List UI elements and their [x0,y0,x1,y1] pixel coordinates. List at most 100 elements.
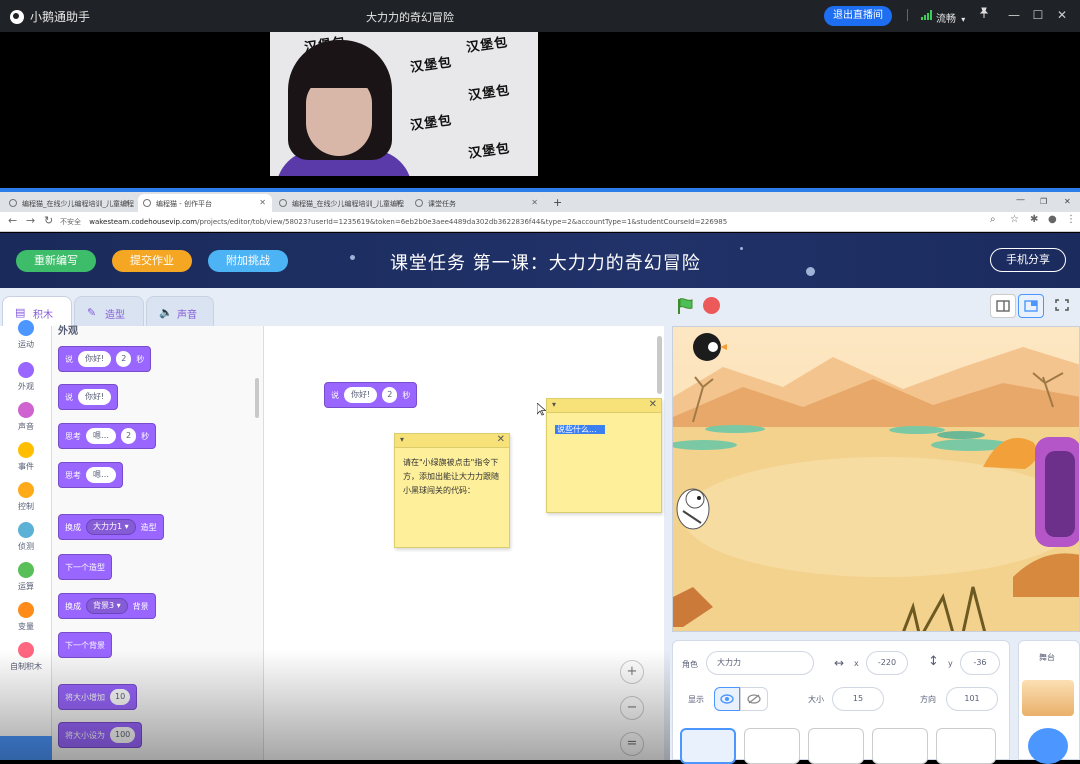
sprite-thumbnail[interactable] [872,728,928,764]
text-input[interactable]: 嗯… [86,467,116,483]
note-placeholder[interactable]: 说些什么... [555,425,605,434]
small-stage-button[interactable] [990,294,1016,318]
stage-canvas[interactable] [672,326,1080,632]
category-variables[interactable]: 变量 [0,602,52,632]
text-input[interactable]: 嗯… [86,428,116,444]
close-icon[interactable]: ✕ [531,198,538,207]
phone-share-button[interactable]: 手机分享 [990,248,1066,272]
comment-note-instructions[interactable]: ▾ ✕ 请在"小绿旗被点击"指令下方，添加出能让大力力跟随小黑球闯关的代码： [394,433,510,548]
extra-challenge-button[interactable]: 附加挑战 [208,250,288,272]
minimize-icon[interactable]: — [1016,194,1030,212]
block-switch-backdrop[interactable]: 换成 背景3 ▾ 背景 [58,593,156,619]
workspace-block-say-for-secs[interactable]: 说 你好! 2 秒 [324,382,418,408]
zoom-in-button[interactable]: + [620,660,644,684]
profile-icon[interactable]: ● [1048,214,1057,225]
add-backdrop-button[interactable] [1028,728,1068,764]
number-input[interactable]: 2 [116,351,132,367]
number-input[interactable]: 2 [382,387,398,403]
zoom-reset-button[interactable]: = [620,732,644,756]
number-input[interactable]: 10 [110,689,131,705]
add-extension-button[interactable] [0,736,52,760]
backdrop-dropdown[interactable]: 背景3 ▾ [86,598,128,614]
block-say[interactable]: 说 你好! [58,384,119,410]
close-button[interactable]: ✕ [1054,7,1070,23]
close-icon[interactable]: ✕ [1064,194,1078,212]
fullscreen-icon[interactable] [1050,294,1076,318]
stop-button[interactable] [703,297,720,314]
minimize-button[interactable]: — [1006,7,1022,23]
text-input[interactable]: 你好! [78,389,112,405]
extensions-icon[interactable]: ✱ [1030,214,1038,225]
category-looks[interactable]: 外观 [0,362,52,392]
text-input[interactable]: 你好! [78,351,112,367]
submit-homework-button[interactable]: 提交作业 [112,250,192,272]
text-input[interactable]: 你好! [344,387,378,403]
close-icon[interactable]: ✕ [497,434,505,445]
restore-icon[interactable]: ❐ [1040,194,1054,212]
note-text[interactable]: 请在"小绿旗被点击"指令下方，添加出能让大力力跟随小黑球闯关的代码： [395,448,509,506]
palette-scrollbar[interactable] [255,378,259,418]
menu-icon[interactable]: ⋮ [1066,214,1076,225]
direction-input[interactable]: 101 [946,687,998,711]
zoom-icon[interactable]: ⌕ [990,214,996,225]
block-think[interactable]: 思考 嗯… [58,462,123,488]
close-icon[interactable]: ✕ [649,399,657,410]
pin-icon[interactable] [976,7,992,23]
forward-arrow-icon[interactable]: → [26,214,35,227]
network-status-dropdown[interactable]: 流畅 ▾ [936,10,965,25]
close-icon[interactable]: ✕ [123,198,130,207]
show-hidden-button[interactable] [740,687,768,711]
category-sensing[interactable]: 侦测 [0,522,52,552]
category-motion[interactable]: 运动 [0,320,52,350]
block-say-for-secs[interactable]: 说 你好! 2 秒 [58,346,152,372]
bookmark-star-icon[interactable]: ☆ [1010,214,1019,225]
category-control[interactable]: 控制 [0,482,52,512]
browser-tab-active[interactable]: 编程猫 - 创作平台 ✕ [138,194,272,212]
sprite-thumbnail[interactable] [744,728,800,764]
show-visible-button[interactable] [714,687,740,711]
stage-backdrop-thumbnail[interactable] [1022,680,1074,716]
close-icon[interactable]: ✕ [259,198,266,207]
y-position-input[interactable]: -36 [960,651,1000,675]
note-header[interactable]: ▾ ✕ [547,399,661,413]
block-set-size[interactable]: 将大小设为 100 [58,722,143,748]
sprite-thumbnail[interactable] [936,728,996,764]
browser-tab[interactable]: 编程猫_在线少儿编程培训_儿童编程 ✕ [4,194,136,212]
block-next-backdrop[interactable]: 下一个背景 [58,632,112,658]
category-operators[interactable]: 运算 [0,562,52,592]
tab-costumes[interactable]: ✎ 造型 [74,296,144,326]
collapse-icon[interactable]: ▾ [552,400,556,409]
number-input[interactable]: 100 [110,727,136,743]
sprite-thumbnail-selected[interactable] [680,728,736,764]
x-position-input[interactable]: -220 [866,651,908,675]
category-my-blocks[interactable]: 自制积木 [0,642,52,672]
sprite-name-input[interactable]: 大力力 [706,651,814,675]
comment-note-empty[interactable]: ▾ ✕ 说些什么... [546,398,662,513]
workspace-scrollbar[interactable] [657,336,662,394]
normal-stage-button[interactable] [1018,294,1044,318]
zoom-out-button[interactable]: − [620,696,644,720]
sprite-thumbnail[interactable] [808,728,864,764]
collapse-icon[interactable]: ▾ [400,435,404,444]
back-arrow-icon[interactable]: ← [8,214,17,227]
block-next-costume[interactable]: 下一个造型 [58,554,112,580]
costume-dropdown[interactable]: 大力力1 ▾ [86,519,136,535]
tab-sounds[interactable]: 🔈 声音 [146,296,214,326]
green-flag-icon[interactable] [676,297,694,315]
exit-live-button[interactable]: 退出直播间 [824,6,892,26]
url-field[interactable]: 不安全 wakesteam.codehousevip.com/projects/… [60,215,980,229]
restart-button[interactable]: 重新编写 [16,250,96,272]
note-header[interactable]: ▾ ✕ [395,434,509,448]
block-think-for-secs[interactable]: 思考 嗯… 2 秒 [58,423,157,449]
number-input[interactable]: 2 [121,428,137,444]
new-tab-button[interactable]: + [548,194,568,212]
maximize-button[interactable]: ☐ [1030,7,1046,23]
browser-tab[interactable]: 课堂任务 ✕ [410,194,544,212]
size-input[interactable]: 15 [832,687,884,711]
category-events[interactable]: 事件 [0,442,52,472]
block-switch-costume[interactable]: 换成 大力力1 ▾ 造型 [58,514,164,540]
category-sound[interactable]: 声音 [0,402,52,432]
block-change-size[interactable]: 将大小增加 10 [58,684,138,710]
reload-icon[interactable]: ↻ [44,214,53,227]
browser-tab[interactable]: 编程猫_在线少儿编程培训_儿童编程 ✕ [274,194,408,212]
